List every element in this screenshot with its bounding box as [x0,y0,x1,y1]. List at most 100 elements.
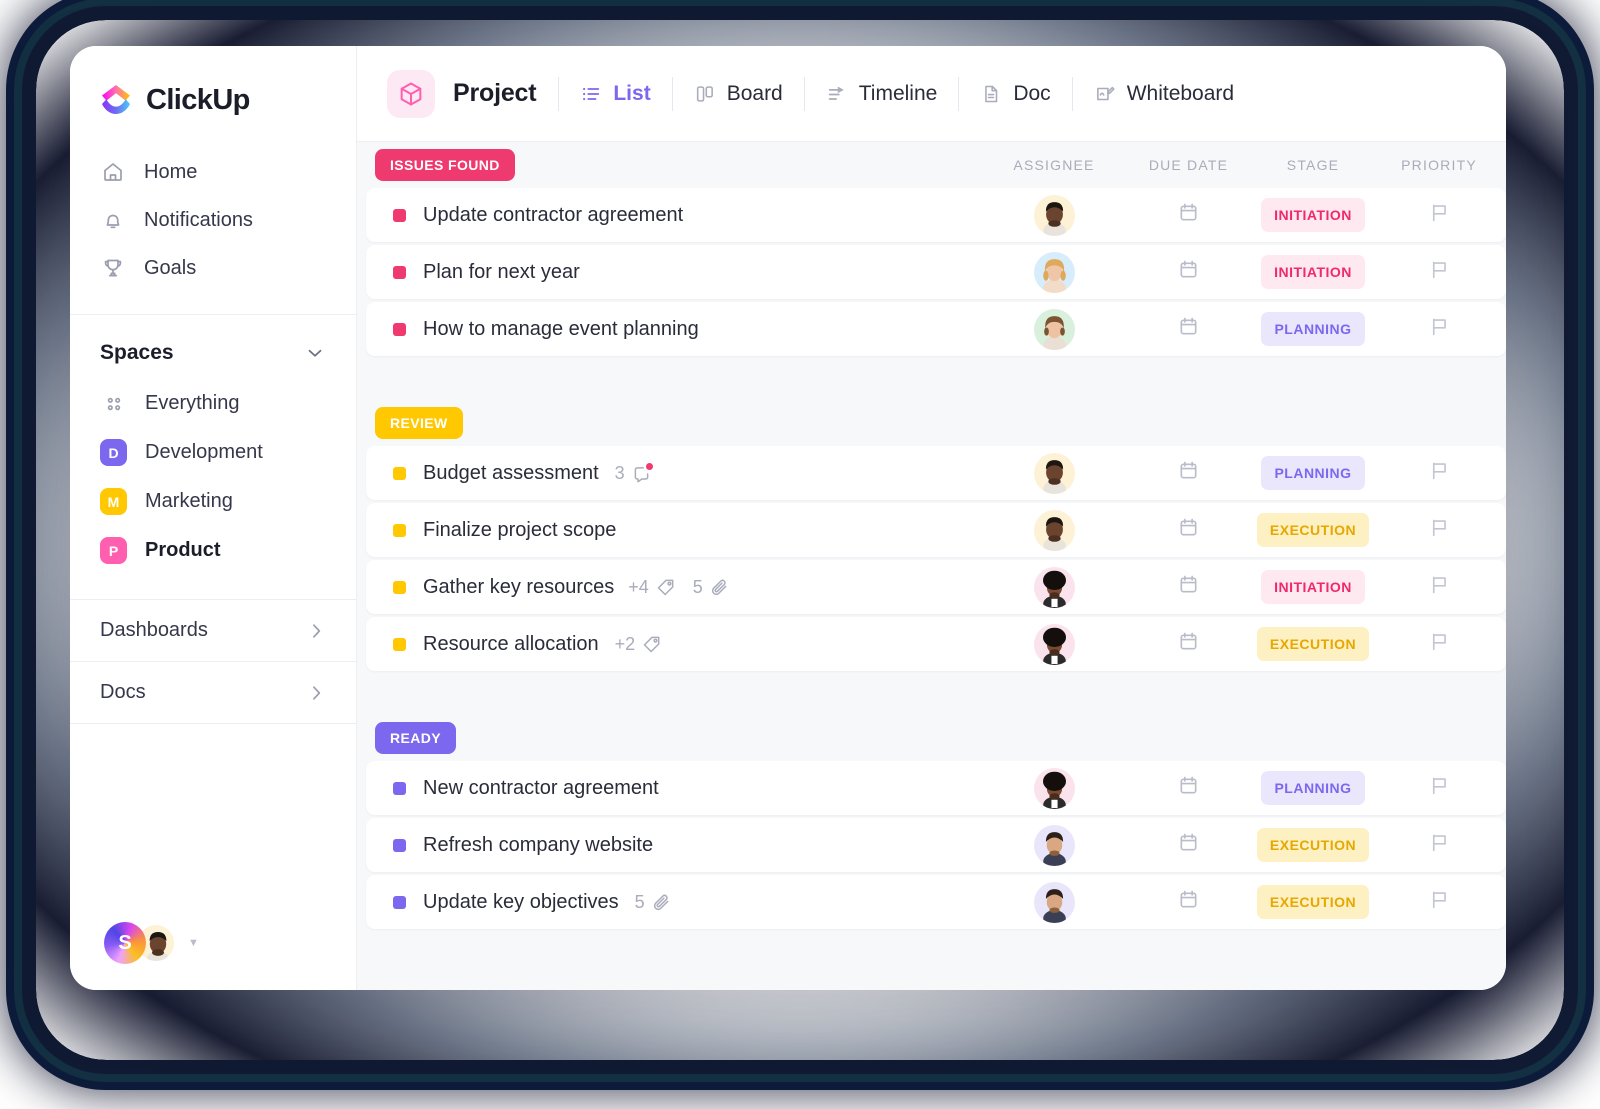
tab-list[interactable]: List [559,71,671,117]
chevron-down-icon[interactable] [304,342,326,364]
assignee-cell[interactable] [985,251,1123,293]
table-row[interactable]: Update key objectives 5 EXECUTION [366,875,1506,929]
tab-timeline[interactable]: Timeline [805,71,959,117]
tab-doc[interactable]: Doc [959,71,1071,117]
assignee-cell[interactable] [985,623,1123,665]
sidebar-item-product[interactable]: P Product [70,526,356,575]
due-date-cell[interactable] [1123,516,1254,544]
group-rows: Update contractor agreement INITIATION P… [357,188,1506,356]
table-row[interactable]: New contractor agreement PLANNING [366,761,1506,815]
avatar [1033,509,1075,551]
cube-icon [387,69,435,118]
timeline-icon [826,83,848,105]
table-row[interactable]: Update contractor agreement INITIATION [366,188,1506,242]
calendar-icon [1177,459,1200,487]
calendar-icon [1177,516,1200,544]
table-row[interactable]: Refresh company website EXECUTION [366,818,1506,872]
chevron-right-icon[interactable] [306,683,326,703]
flag-icon [1428,516,1451,544]
due-date-cell[interactable] [1123,315,1254,343]
stage-cell[interactable]: EXECUTION [1254,828,1372,862]
assignee-cell[interactable] [985,824,1123,866]
app-window: ClickUp Home Notifications Goals Spaces … [70,46,1506,990]
due-date-cell[interactable] [1123,774,1254,802]
task-name: Budget assessment [423,461,599,484]
sidebar-item-development[interactable]: D Development [70,428,356,477]
status-bullet [393,838,406,852]
assignee-cell[interactable] [985,452,1123,494]
task-group-issues-found: ISSUES FOUND ASSIGNEE DUE DATE STAGE PRI… [357,142,1506,356]
workspace-avatar[interactable]: S [104,922,146,964]
due-date-cell[interactable] [1123,258,1254,286]
stage-cell[interactable]: PLANNING [1254,771,1372,805]
assignee-cell[interactable] [985,308,1123,350]
bell-icon [100,207,126,233]
stage-cell[interactable]: PLANNING [1254,456,1372,490]
assignee-cell[interactable] [985,509,1123,551]
nav-item-notifications[interactable]: Notifications [70,196,356,244]
stage-cell[interactable]: INITIATION [1254,570,1372,604]
table-row[interactable]: Finalize project scope EXECUTION [366,503,1506,557]
assignee-cell[interactable] [985,881,1123,923]
due-date-cell[interactable] [1123,573,1254,601]
assignee-cell[interactable] [985,566,1123,608]
stage-cell[interactable]: EXECUTION [1254,513,1372,547]
attachment-count[interactable]: 5 [635,892,672,913]
brand[interactable]: ClickUp [70,46,356,144]
priority-cell[interactable] [1372,774,1506,802]
task-group-review: REVIEW Budget assessment 3 PLANNING Fina… [357,400,1506,671]
nav-item-home[interactable]: Home [70,148,356,196]
priority-cell[interactable] [1372,459,1506,487]
group-status-badge[interactable]: REVIEW [375,407,463,439]
task-name: Resource allocation [423,632,599,655]
group-status-badge[interactable]: READY [375,722,457,754]
table-row[interactable]: How to manage event planning PLANNING [366,302,1506,356]
sidebar-item-everything[interactable]: Everything [70,379,356,428]
column-header-stage: STAGE [1286,157,1340,173]
assignee-cell[interactable] [985,194,1123,236]
priority-cell[interactable] [1372,573,1506,601]
stage-cell[interactable]: EXECUTION [1254,885,1372,919]
tag-count[interactable]: +4 [628,577,676,598]
sidebar-item-marketing[interactable]: M Marketing [70,477,356,526]
spaces-title: Spaces [100,341,174,364]
nav-item-goals[interactable]: Goals [70,244,356,292]
priority-cell[interactable] [1372,315,1506,343]
stage-cell[interactable]: EXECUTION [1254,627,1372,661]
due-date-cell[interactable] [1123,459,1254,487]
table-row[interactable]: Resource allocation +2 EXECUTION [366,617,1506,671]
due-date-cell[interactable] [1123,201,1254,229]
table-row[interactable]: Gather key resources +4 5 INITIATION [366,560,1506,614]
stage-cell[interactable]: INITIATION [1254,255,1372,289]
tag-count[interactable]: +2 [615,634,663,655]
tab-board[interactable]: Board [673,71,804,117]
due-date-cell[interactable] [1123,888,1254,916]
priority-cell[interactable] [1372,258,1506,286]
priority-cell[interactable] [1372,888,1506,916]
stage-cell[interactable]: INITIATION [1254,198,1372,232]
due-date-cell[interactable] [1123,630,1254,658]
attachment-count[interactable]: 5 [693,577,730,598]
assignee-cell[interactable] [985,767,1123,809]
table-row[interactable]: Plan for next year INITIATION [366,245,1506,299]
spaces-header[interactable]: Spaces [70,315,356,379]
avatar [1033,881,1075,923]
stage-cell[interactable]: PLANNING [1254,312,1372,346]
column-header-due-date: DUE DATE [1148,157,1229,173]
group-status-badge[interactable]: ISSUES FOUND [375,149,515,181]
priority-cell[interactable] [1372,201,1506,229]
group-rows: Budget assessment 3 PLANNING Finalize pr… [357,446,1506,671]
priority-cell[interactable] [1372,831,1506,859]
calendar-icon [1177,831,1200,859]
task-name: Update key objectives [423,890,619,913]
tab-whiteboard[interactable]: Whiteboard [1073,71,1255,117]
sidebar-item-dashboards[interactable]: Dashboards [70,600,356,661]
comment-count[interactable]: 3 [615,462,653,484]
due-date-cell[interactable] [1123,831,1254,859]
caret-down-icon[interactable]: ▼ [188,937,199,949]
priority-cell[interactable] [1372,516,1506,544]
priority-cell[interactable] [1372,630,1506,658]
chevron-right-icon[interactable] [306,621,326,641]
table-row[interactable]: Budget assessment 3 PLANNING [366,446,1506,500]
sidebar-item-docs[interactable]: Docs [70,662,356,723]
